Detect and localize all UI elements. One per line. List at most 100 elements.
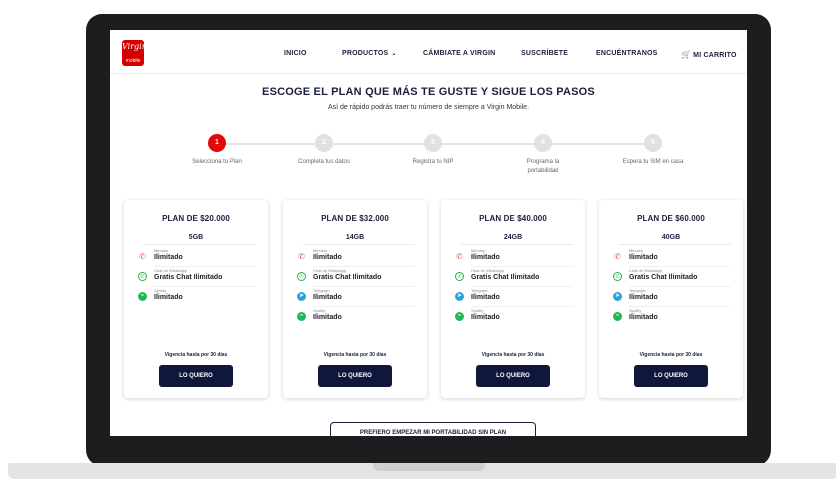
feature-label: Telegram bbox=[313, 288, 330, 293]
nav-cart[interactable]: 🛒 MI CARRITO bbox=[681, 50, 737, 59]
divider bbox=[471, 266, 573, 267]
chevron-down-icon: ⌄ bbox=[391, 51, 397, 57]
cart-label: MI CARRITO bbox=[693, 52, 737, 59]
feature-value: Ilimitado bbox=[629, 294, 658, 301]
divider bbox=[629, 286, 731, 287]
feature-label: Minutos bbox=[629, 248, 644, 253]
feature-label: Chat de Whatsapp bbox=[471, 268, 505, 273]
divider bbox=[461, 244, 573, 245]
feature-spotify: ≈ Spotify Ilimitado bbox=[138, 288, 258, 308]
divider bbox=[313, 306, 415, 307]
plan-card-40000: PLAN DE $40.000 24GB ✆ Minutos Ilimitado… bbox=[441, 200, 585, 398]
divider bbox=[471, 306, 573, 307]
nav-inicio[interactable]: INICIO bbox=[284, 50, 307, 57]
step-3: 3 Registra tu NIP bbox=[383, 134, 483, 167]
logo-sub-text: mobile bbox=[125, 58, 141, 64]
laptop-notch bbox=[373, 463, 485, 471]
feature-label: Chat de Whatsapp bbox=[629, 268, 663, 273]
plan-data-amount: 5GB bbox=[188, 234, 204, 241]
nav-cambiate[interactable]: CÁMBIATE A VIRGIN bbox=[423, 50, 495, 57]
feature-label: Spotify bbox=[471, 308, 484, 313]
plan-title: PLAN DE $32.000 bbox=[321, 214, 389, 223]
divider bbox=[144, 244, 256, 245]
step-1: 1 Selecciona tu Plan bbox=[167, 134, 267, 167]
step-label: Selecciona tu Plan bbox=[192, 159, 242, 165]
plan-title: PLAN DE $40.000 bbox=[479, 214, 547, 223]
feature-whatsapp: ✆ Chat de Whatsapp Gratis Chat Ilimitado bbox=[613, 268, 733, 288]
page-subtitle: Así de rápido podrás traer tu número de … bbox=[327, 104, 530, 111]
feature-minutes: ✆ Minutos Ilimitado bbox=[613, 248, 733, 268]
feature-value: Ilimitado bbox=[154, 254, 183, 261]
feature-value: Ilimitado bbox=[471, 314, 500, 321]
whatsapp-icon: ✆ bbox=[138, 272, 147, 281]
feature-spotify: ≈ Spotify Ilimitado bbox=[613, 308, 733, 328]
virgin-logo[interactable]: Virgin mobile bbox=[122, 40, 147, 66]
feature-value: Gratis Chat Ilimitado bbox=[154, 274, 223, 281]
nav-productos[interactable]: PRODUCTOS ⌄ bbox=[342, 50, 397, 57]
plan-data-amount: 24GB bbox=[503, 234, 523, 241]
feature-minutes: ✆ Minutos Ilimitado bbox=[455, 248, 575, 268]
divider bbox=[471, 286, 573, 287]
feature-whatsapp: ✆ Chat de Whatsapp Gratis Chat Ilimitado bbox=[455, 268, 575, 288]
plan-data-amount: 14GB bbox=[345, 234, 365, 241]
feature-telegram: ➤ Telegram Ilimitado bbox=[613, 288, 733, 308]
nav-suscribete[interactable]: SUSCRÍBETE bbox=[521, 50, 568, 57]
step-5: 5 Espera tu SIM en casa bbox=[603, 134, 703, 167]
divider bbox=[154, 266, 256, 267]
lo-quiero-button[interactable]: LO QUIERO bbox=[159, 365, 233, 387]
feature-whatsapp: ✆ Chat de Whatsapp Gratis Chat Ilimitado bbox=[297, 268, 417, 288]
divider bbox=[154, 286, 256, 287]
spotify-icon: ≈ bbox=[138, 292, 147, 301]
divider bbox=[303, 244, 415, 245]
feature-value: Gratis Chat Ilimitado bbox=[629, 274, 698, 281]
feature-label: Telegram bbox=[471, 288, 488, 293]
telegram-icon: ➤ bbox=[455, 292, 464, 301]
nav-encuentranos[interactable]: ENCUÉNTRANOS bbox=[596, 50, 658, 57]
feature-telegram: ➤ Telegram Ilimitado bbox=[455, 288, 575, 308]
plan-title: PLAN DE $20.000 bbox=[162, 214, 230, 223]
feature-label: Spotify bbox=[629, 308, 642, 313]
nav-productos-label: PRODUCTOS bbox=[342, 50, 389, 57]
feature-label: Spotify bbox=[313, 308, 326, 313]
feature-value: Gratis Chat Ilimitado bbox=[313, 274, 382, 281]
feature-spotify: ≈ Spotify Ilimitado bbox=[455, 308, 575, 328]
feature-value: Ilimitado bbox=[313, 254, 342, 261]
feature-value: Gratis Chat Ilimitado bbox=[471, 274, 540, 281]
feature-value: Ilimitado bbox=[629, 254, 658, 261]
whatsapp-icon: ✆ bbox=[297, 272, 306, 281]
step-label: Espera tu SIM en casa bbox=[622, 159, 684, 165]
plan-validity: Vigencia hasta por 30 días bbox=[481, 352, 545, 358]
divider bbox=[619, 244, 731, 245]
step-circle: 4 bbox=[534, 134, 552, 152]
feature-value: Ilimitado bbox=[313, 294, 342, 301]
feature-value: Ilimitado bbox=[154, 294, 183, 301]
feature-value: Ilimitado bbox=[471, 294, 500, 301]
plan-validity: Vigencia hasta por 30 días bbox=[323, 352, 387, 358]
page-title: ESCOGE EL PLAN QUE MÁS TE GUSTE Y SIGUE … bbox=[262, 86, 595, 98]
feature-telegram: ➤ Telegram Ilimitado bbox=[297, 288, 417, 308]
feature-minutes: ✆ Minutos Ilimitado bbox=[297, 248, 417, 268]
feature-label: Minutos bbox=[154, 248, 169, 253]
lo-quiero-button[interactable]: LO QUIERO bbox=[634, 365, 708, 387]
lo-quiero-button[interactable]: LO QUIERO bbox=[318, 365, 392, 387]
phone-icon: ✆ bbox=[456, 252, 463, 261]
phone-icon: ✆ bbox=[139, 252, 146, 261]
logo-text: Virgin bbox=[122, 42, 147, 51]
feature-minutes: ✆ Minutos Ilimitado bbox=[138, 248, 258, 268]
feature-label: Chat de Whatsapp bbox=[313, 268, 347, 273]
spotify-icon: ≈ bbox=[297, 312, 306, 321]
step-circle: 1 bbox=[208, 134, 226, 152]
feature-label: Telegram bbox=[629, 288, 646, 293]
divider bbox=[629, 266, 731, 267]
step-circle: 3 bbox=[424, 134, 442, 152]
feature-label: Spotify bbox=[154, 288, 167, 293]
plan-card-32000: PLAN DE $32.000 14GB ✆ Minutos Ilimitado… bbox=[283, 200, 427, 398]
step-circle: 2 bbox=[315, 134, 333, 152]
divider bbox=[313, 266, 415, 267]
divider bbox=[629, 306, 731, 307]
feature-value: Ilimitado bbox=[471, 254, 500, 261]
top-nav: Virgin mobile INICIO PRODUCTOS ⌄ CÁMBIATE… bbox=[110, 30, 747, 74]
screen: Virgin mobile INICIO PRODUCTOS ⌄ CÁMBIATE… bbox=[110, 30, 747, 436]
lo-quiero-button[interactable]: LO QUIERO bbox=[476, 365, 550, 387]
portability-without-plan-button[interactable]: PREFIERO EMPEZAR MI PORTABILIDAD SIN PLA… bbox=[330, 422, 536, 436]
